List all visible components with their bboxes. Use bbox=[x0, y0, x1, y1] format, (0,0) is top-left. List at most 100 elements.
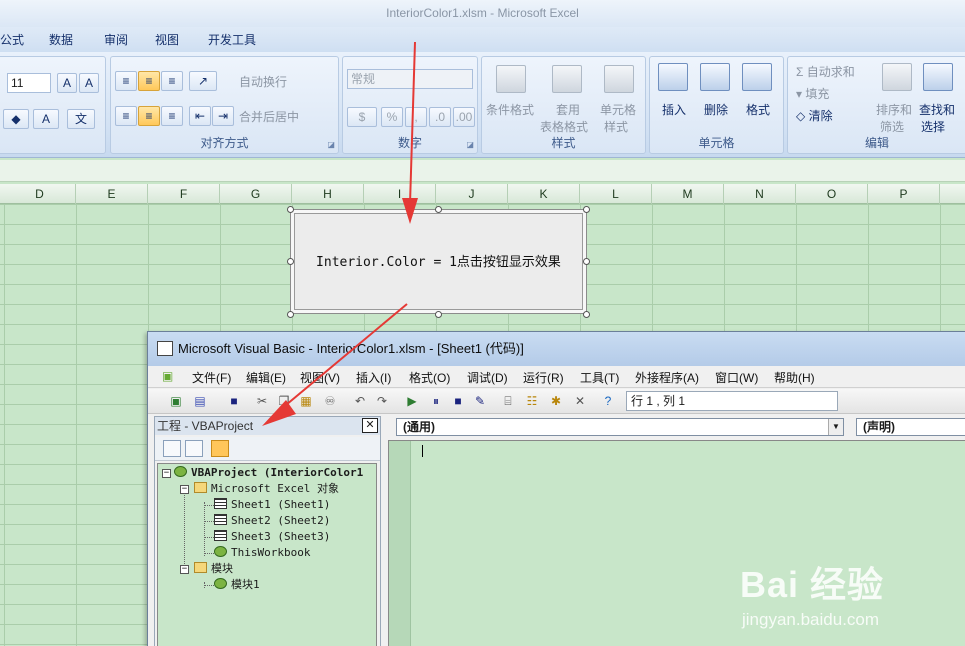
reset-icon[interactable]: ■ bbox=[450, 393, 466, 409]
column-header[interactable]: K bbox=[508, 184, 580, 204]
phonetic-icon[interactable]: 文 bbox=[67, 109, 95, 129]
align-right-icon[interactable]: ≡ bbox=[161, 106, 183, 126]
wrap-text-button[interactable]: 自动换行 bbox=[239, 73, 287, 90]
number-launcher-icon[interactable]: ◪ bbox=[466, 140, 474, 149]
decrease-decimal-icon[interactable]: .00 bbox=[453, 107, 475, 127]
menu-tools[interactable]: 工具(T) bbox=[580, 369, 619, 386]
delete-button[interactable]: 删除 bbox=[704, 101, 728, 118]
close-icon[interactable]: ✕ bbox=[362, 418, 378, 433]
column-header[interactable]: I bbox=[364, 184, 436, 204]
alignment-launcher-icon[interactable]: ◪ bbox=[327, 140, 335, 149]
font-color-icon[interactable]: A bbox=[33, 109, 59, 129]
find-icon[interactable]: ♾ bbox=[322, 393, 338, 409]
shrink-font-button[interactable]: A bbox=[79, 73, 99, 93]
currency-icon[interactable]: $ bbox=[347, 107, 377, 127]
menu-addins[interactable]: 外接程序(A) bbox=[635, 369, 699, 386]
find-label-a[interactable]: 查找和 bbox=[919, 101, 955, 118]
menu-file[interactable]: 文件(F) bbox=[192, 369, 231, 386]
tree-item[interactable]: Sheet3 (Sheet3) bbox=[214, 529, 330, 545]
toolbox-icon[interactable]: ✕ bbox=[572, 393, 588, 409]
save-icon[interactable]: ■ bbox=[226, 393, 242, 409]
column-header[interactable]: M bbox=[652, 184, 724, 204]
align-left-icon[interactable]: ≡ bbox=[115, 106, 137, 126]
insert-button[interactable]: 插入 bbox=[662, 101, 686, 118]
conditional-format-button[interactable]: 条件格式 bbox=[486, 101, 534, 118]
menu-format[interactable]: 格式(O) bbox=[409, 369, 450, 386]
resize-handle[interactable] bbox=[435, 311, 442, 318]
undo-icon[interactable]: ↶ bbox=[352, 393, 368, 409]
view-object-icon[interactable] bbox=[185, 440, 203, 457]
resize-handle[interactable] bbox=[583, 311, 590, 318]
column-header[interactable]: L bbox=[580, 184, 652, 204]
menu-help[interactable]: 帮助(H) bbox=[774, 369, 815, 386]
object-combo[interactable]: (通用) ▼ bbox=[396, 418, 844, 436]
number-format-combo[interactable]: 常规 bbox=[347, 69, 473, 89]
copy-icon[interactable]: ❐ bbox=[276, 393, 292, 409]
procedure-combo[interactable]: (声明) bbox=[856, 418, 965, 436]
percent-icon[interactable]: % bbox=[381, 107, 403, 127]
menu-window[interactable]: 窗口(W) bbox=[715, 369, 758, 386]
grow-font-button[interactable]: A bbox=[57, 73, 77, 93]
column-header[interactable]: J bbox=[436, 184, 508, 204]
formula-bar[interactable] bbox=[0, 160, 965, 182]
column-header[interactable]: H bbox=[292, 184, 364, 204]
align-bottom-icon[interactable]: ≡ bbox=[161, 71, 183, 91]
sheet-form-button[interactable]: Interior.Color = 1点击按钮显示效果 bbox=[290, 209, 587, 314]
margin-indicator-bar[interactable] bbox=[389, 441, 411, 646]
sort-label-b[interactable]: 筛选 bbox=[880, 118, 904, 135]
column-header[interactable]: G bbox=[220, 184, 292, 204]
menu-run[interactable]: 运行(R) bbox=[523, 369, 564, 386]
format-button[interactable]: 格式 bbox=[746, 101, 770, 118]
decrease-indent-icon[interactable]: ⇤ bbox=[189, 106, 211, 126]
cell-style-label-b[interactable]: 样式 bbox=[604, 118, 628, 135]
menu-edit[interactable]: 编辑(E) bbox=[246, 369, 286, 386]
comma-icon[interactable]: , bbox=[405, 107, 427, 127]
resize-handle[interactable] bbox=[287, 258, 294, 265]
tree-item[interactable]: 模块1 bbox=[214, 577, 260, 593]
find-label-b[interactable]: 选择 bbox=[921, 118, 945, 135]
column-header[interactable]: P bbox=[868, 184, 940, 204]
project-explorer-icon[interactable]: ⌸ bbox=[500, 393, 516, 409]
tab-review[interactable]: 审阅 bbox=[104, 31, 128, 48]
tree-item[interactable]: Microsoft Excel 对象 bbox=[194, 481, 339, 497]
tab-data[interactable]: 数据 bbox=[49, 31, 73, 48]
collapse-icon[interactable]: − bbox=[180, 485, 189, 494]
paste-icon[interactable]: ▦ bbox=[298, 393, 314, 409]
excel-menu-icon[interactable]: ▣ bbox=[162, 369, 173, 383]
pause-icon[interactable]: ⏸ bbox=[428, 393, 444, 409]
run-icon[interactable]: ▶ bbox=[404, 393, 420, 409]
menu-debug[interactable]: 调试(D) bbox=[467, 369, 508, 386]
resize-handle[interactable] bbox=[287, 206, 294, 213]
merge-center-button[interactable]: 合并后居中 bbox=[239, 108, 299, 125]
font-size-combo[interactable]: 11 bbox=[7, 73, 51, 93]
tree-item[interactable]: Sheet1 (Sheet1) bbox=[214, 497, 330, 513]
insert-userform-icon[interactable]: ▤ bbox=[192, 393, 208, 409]
view-excel-icon[interactable]: ▣ bbox=[168, 393, 184, 409]
tree-item[interactable]: ThisWorkbook bbox=[214, 545, 310, 561]
table-format-label-a[interactable]: 套用 bbox=[556, 101, 580, 118]
toggle-folders-icon[interactable] bbox=[211, 440, 229, 457]
autosum-button[interactable]: Σ 自动求和 bbox=[796, 63, 855, 80]
menu-view[interactable]: 视图(V) bbox=[300, 369, 340, 386]
tree-item[interactable]: VBAProject (InteriorColor1 bbox=[174, 465, 363, 481]
column-header[interactable]: D bbox=[4, 184, 76, 204]
align-middle-icon[interactable]: ≡ bbox=[138, 71, 160, 91]
tab-formulas[interactable]: 公式 bbox=[0, 31, 24, 48]
cell-style-label-a[interactable]: 单元格 bbox=[600, 101, 636, 118]
menu-insert[interactable]: 插入(I) bbox=[356, 369, 391, 386]
view-code-icon[interactable] bbox=[163, 440, 181, 457]
column-header[interactable]: O bbox=[796, 184, 868, 204]
collapse-icon[interactable]: − bbox=[180, 565, 189, 574]
sort-label-a[interactable]: 排序和 bbox=[876, 101, 912, 118]
tree-item[interactable]: Sheet2 (Sheet2) bbox=[214, 513, 330, 529]
increase-decimal-icon[interactable]: .0 bbox=[429, 107, 451, 127]
clear-button[interactable]: ◇ 清除 bbox=[796, 107, 833, 124]
chevron-down-icon[interactable]: ▼ bbox=[828, 419, 843, 435]
cut-icon[interactable]: ✂ bbox=[254, 393, 270, 409]
help-icon[interactable]: ? bbox=[600, 393, 616, 409]
column-header[interactable]: F bbox=[148, 184, 220, 204]
fill-color-icon[interactable]: ◆ bbox=[3, 109, 29, 129]
column-header[interactable]: E bbox=[76, 184, 148, 204]
resize-handle[interactable] bbox=[583, 258, 590, 265]
object-browser-icon[interactable]: ✱ bbox=[548, 393, 564, 409]
